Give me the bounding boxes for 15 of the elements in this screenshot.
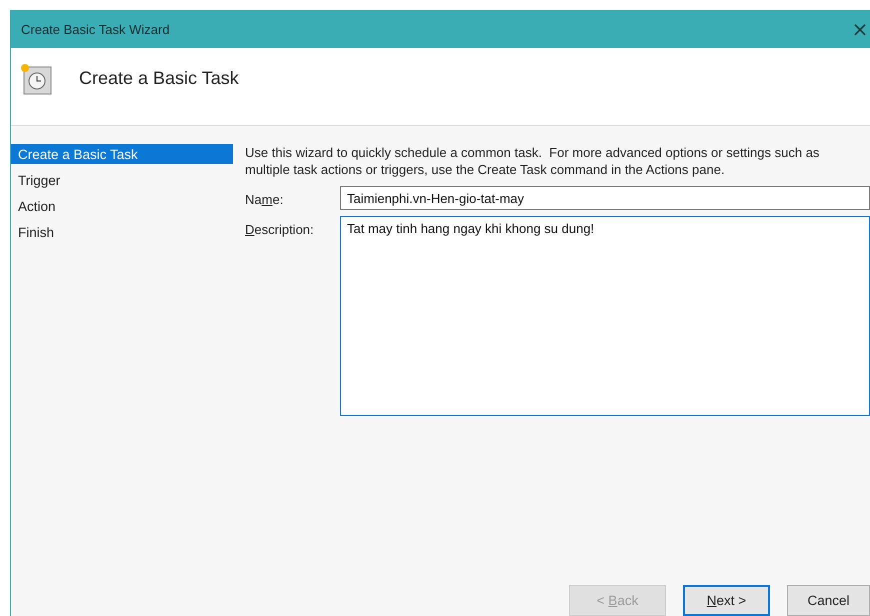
name-field[interactable]: Taimienphi.vn-Hen-gio-tat-may (340, 186, 870, 210)
wizard-step[interactable]: Trigger (11, 170, 233, 190)
description-field[interactable]: Tat may tinh hang ngay khi khong su dung! (340, 216, 870, 416)
wizard-step[interactable]: Finish (11, 222, 233, 242)
intro-text: Use this wizard to quickly schedule a common task. For more advanced options or settings such as multiple task actions or triggers, use the Create Task command in the Actions pane. (245, 144, 820, 178)
description-label: Description: (245, 221, 315, 237)
wizard-button[interactable]: Next > (683, 585, 770, 616)
wizard-step[interactable]: Action (11, 196, 233, 216)
wizard-button[interactable]: Cancel (787, 585, 870, 616)
wizard-step[interactable]: Create a Basic Task (11, 144, 233, 164)
close-button[interactable]: × (850, 19, 870, 39)
page-heading: Create a Basic Task (79, 68, 239, 89)
name-label: Name: (245, 191, 284, 207)
window-title: Create Basic Task Wizard (21, 22, 170, 36)
clock-icon (19, 62, 53, 96)
